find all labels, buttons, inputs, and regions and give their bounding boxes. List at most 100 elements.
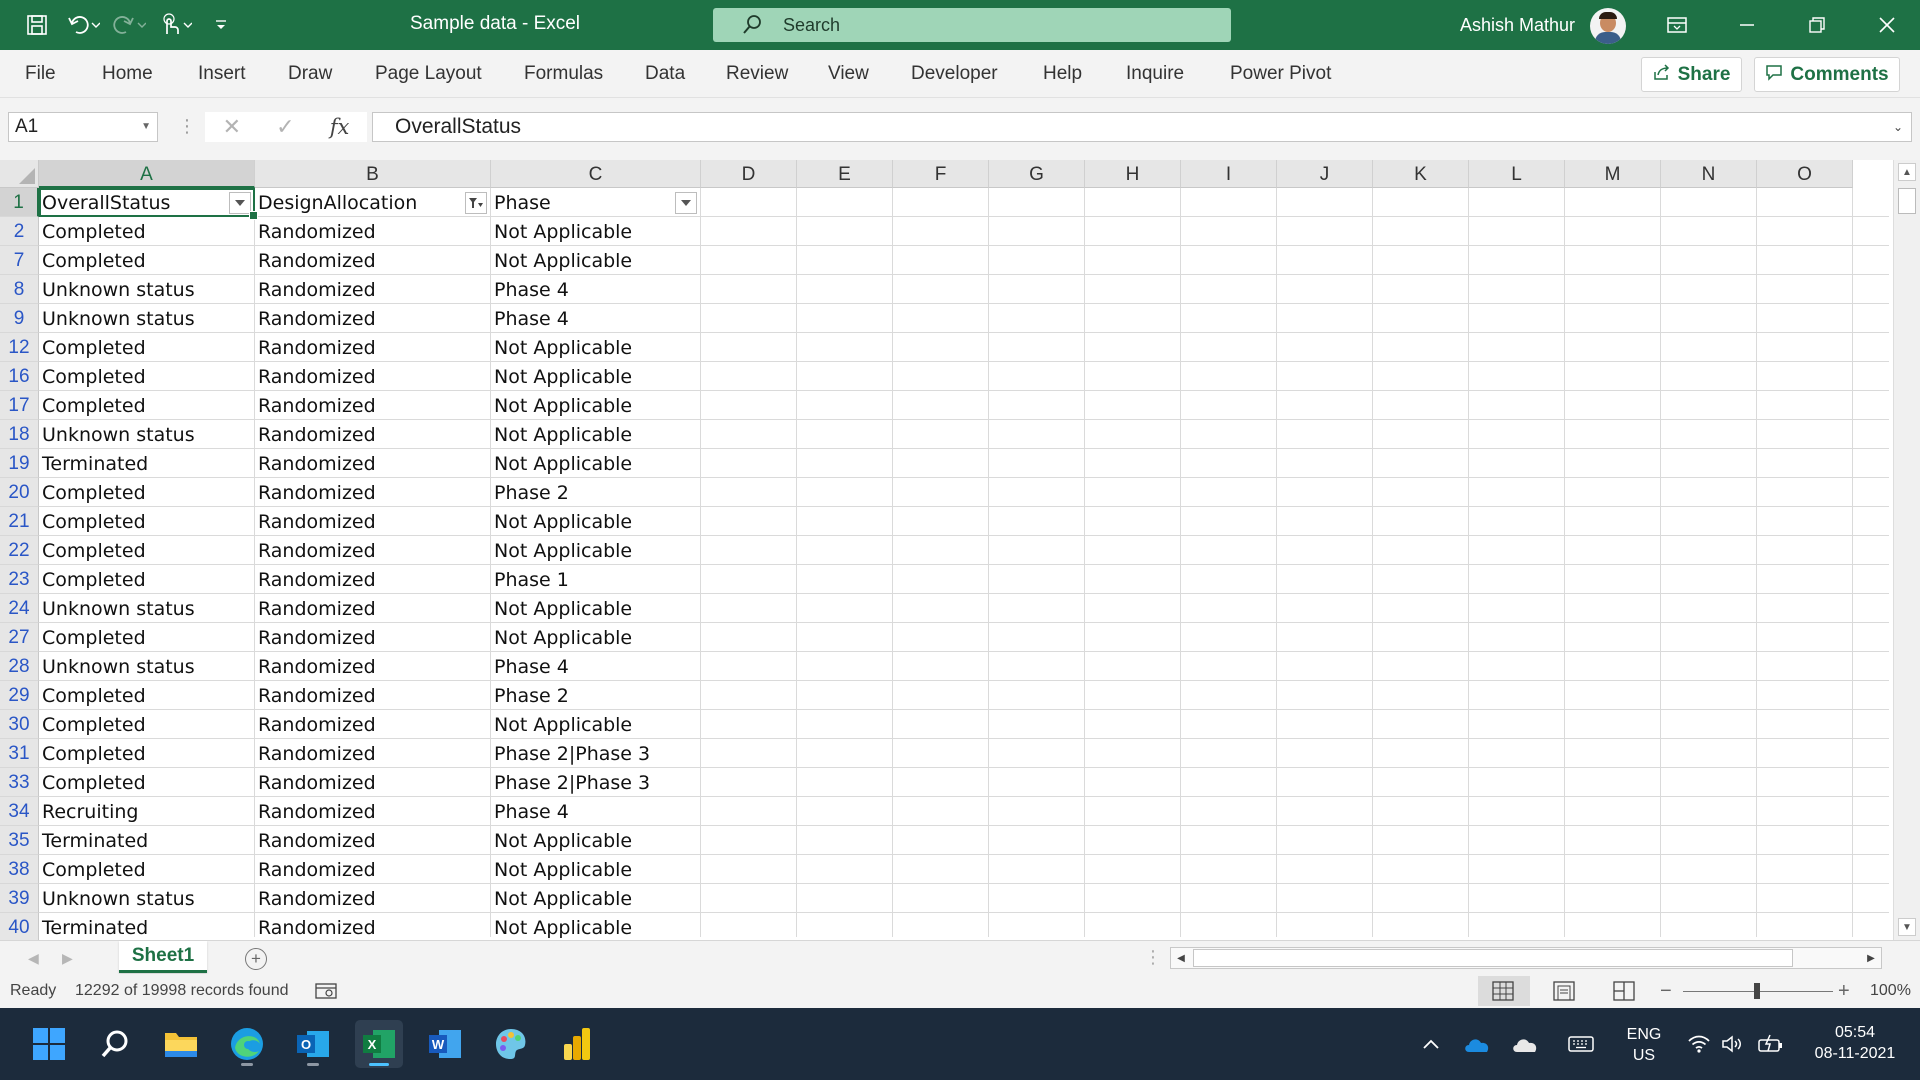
row-header[interactable]: 20 [0, 478, 39, 507]
table-cell[interactable]: Not Applicable [491, 449, 699, 478]
table-cell[interactable]: Randomized [255, 275, 489, 304]
column-header-i[interactable]: I [1181, 160, 1277, 188]
volume-icon[interactable] [1718, 1032, 1748, 1056]
restore-icon[interactable] [1782, 0, 1852, 50]
user-name[interactable]: Ashish Mathur [1460, 0, 1575, 50]
zoom-in-icon[interactable]: + [1838, 974, 1850, 1008]
insert-function-icon[interactable]: fx [330, 115, 350, 139]
column-header-n[interactable]: N [1661, 160, 1757, 188]
row-header[interactable]: 9 [0, 304, 39, 333]
column-header-a[interactable]: A [39, 160, 255, 188]
table-cell[interactable]: Randomized [255, 826, 489, 855]
horizontal-scroll-thumb[interactable] [1193, 949, 1793, 967]
sheet-tab[interactable]: Sheet1 [119, 941, 207, 973]
save-icon[interactable] [20, 8, 54, 42]
table-cell[interactable]: Terminated [39, 913, 253, 942]
tab-draw[interactable]: Draw [288, 50, 332, 98]
table-cell[interactable]: Completed [39, 855, 253, 884]
row-header[interactable]: 29 [0, 681, 39, 710]
scroll-down-icon[interactable]: ▼ [1898, 918, 1916, 936]
table-cell[interactable]: Completed [39, 681, 253, 710]
column-header-m[interactable]: M [1565, 160, 1661, 188]
table-cell[interactable]: Randomized [255, 304, 489, 333]
table-cell[interactable]: Phase 2 [491, 681, 699, 710]
avatar[interactable] [1590, 8, 1626, 44]
tab-power-pivot[interactable]: Power Pivot [1230, 50, 1331, 98]
table-cell[interactable]: Completed [39, 333, 253, 362]
table-cell[interactable]: Phase 4 [491, 797, 699, 826]
battery-icon[interactable] [1756, 1032, 1786, 1056]
table-cell[interactable]: Completed [39, 217, 253, 246]
table-cell[interactable]: Randomized [255, 652, 489, 681]
row-header[interactable]: 21 [0, 507, 39, 536]
file-explorer-icon[interactable] [157, 1020, 205, 1068]
row-header[interactable]: 34 [0, 797, 39, 826]
tab-file[interactable]: File [25, 50, 56, 98]
table-cell[interactable]: Not Applicable [491, 594, 699, 623]
close-icon[interactable] [1852, 0, 1920, 50]
table-cell[interactable]: Randomized [255, 217, 489, 246]
tab-home[interactable]: Home [102, 50, 153, 98]
table-cell[interactable]: Randomized [255, 449, 489, 478]
excel-icon[interactable]: X [355, 1020, 403, 1068]
row-header[interactable]: 12 [0, 333, 39, 362]
name-box[interactable]: A1 ▼ [8, 112, 158, 142]
table-cell[interactable]: Randomized [255, 913, 489, 942]
table-cell[interactable]: Randomized [255, 507, 489, 536]
table-cell[interactable]: Completed [39, 362, 253, 391]
filter-dropdown-icon[interactable] [675, 192, 697, 214]
tab-splitter-icon[interactable]: ⋮ [1144, 947, 1162, 968]
row-header[interactable]: 31 [0, 739, 39, 768]
cancel-entry-icon[interactable]: ✕ [223, 114, 241, 140]
table-cell[interactable]: Phase 2|Phase 3 [491, 739, 699, 768]
header-cell[interactable]: Phase [491, 188, 673, 217]
previous-sheet-icon[interactable]: ◀ [28, 941, 39, 975]
table-cell[interactable]: Randomized [255, 739, 489, 768]
table-cell[interactable]: Unknown status [39, 884, 253, 913]
select-all-corner[interactable] [0, 160, 39, 188]
row-header[interactable]: 16 [0, 362, 39, 391]
tab-review[interactable]: Review [726, 50, 788, 98]
scroll-left-icon[interactable]: ◀ [1171, 948, 1191, 968]
worksheet-grid[interactable]: A B C D E F G H I J K L M N O 1 OverallStatus DesignAlloc… [0, 160, 1920, 942]
table-cell[interactable]: Not Applicable [491, 623, 699, 652]
zoom-level[interactable]: 100% [1870, 974, 1911, 1008]
table-cell[interactable]: Completed [39, 478, 253, 507]
table-cell[interactable]: Not Applicable [491, 884, 699, 913]
table-cell[interactable]: Randomized [255, 478, 489, 507]
table-cell[interactable]: Unknown status [39, 275, 253, 304]
table-cell[interactable]: Randomized [255, 681, 489, 710]
row-header[interactable]: 27 [0, 623, 39, 652]
table-cell[interactable]: Phase 4 [491, 275, 699, 304]
table-cell[interactable]: Completed [39, 536, 253, 565]
table-cell[interactable]: Randomized [255, 768, 489, 797]
column-header-f[interactable]: F [893, 160, 989, 188]
table-cell[interactable]: Completed [39, 710, 253, 739]
table-cell[interactable]: Unknown status [39, 420, 253, 449]
table-cell[interactable]: Not Applicable [491, 826, 699, 855]
row-header[interactable]: 24 [0, 594, 39, 623]
column-header-k[interactable]: K [1373, 160, 1469, 188]
wifi-icon[interactable] [1684, 1032, 1714, 1056]
row-header[interactable]: 33 [0, 768, 39, 797]
column-header-d[interactable]: D [701, 160, 797, 188]
table-cell[interactable]: Not Applicable [491, 507, 699, 536]
table-cell[interactable]: Randomized [255, 855, 489, 884]
row-header[interactable]: 18 [0, 420, 39, 449]
table-cell[interactable]: Phase 4 [491, 652, 699, 681]
row-header[interactable]: 1 [0, 188, 39, 217]
row-header[interactable]: 17 [0, 391, 39, 420]
comments-button[interactable]: Comments [1754, 57, 1900, 92]
zoom-out-icon[interactable]: − [1660, 974, 1672, 1008]
table-cell[interactable]: Unknown status [39, 304, 253, 333]
column-header-l[interactable]: L [1469, 160, 1565, 188]
vertical-scrollbar[interactable]: ▲ ▼ [1893, 160, 1920, 942]
touch-keyboard-icon[interactable] [1566, 1032, 1596, 1056]
touch-mode-icon[interactable] [158, 8, 192, 42]
table-cell[interactable]: Phase 2 [491, 478, 699, 507]
word-icon[interactable]: W [421, 1020, 469, 1068]
page-layout-view-icon[interactable] [1552, 980, 1576, 1002]
table-cell[interactable]: Randomized [255, 594, 489, 623]
add-sheet-icon[interactable]: + [245, 948, 267, 970]
row-header[interactable]: 40 [0, 913, 39, 942]
